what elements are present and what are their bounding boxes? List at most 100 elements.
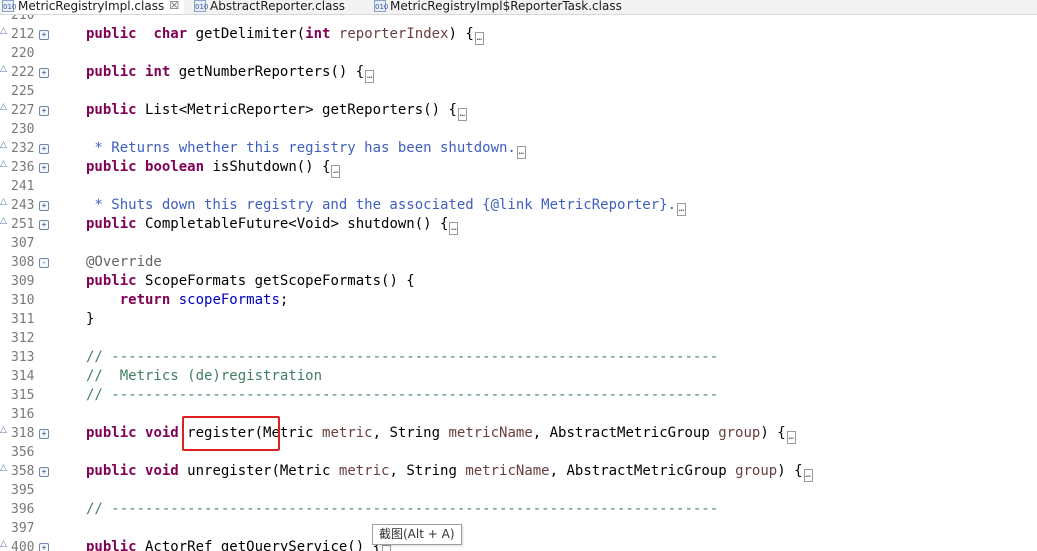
code-text[interactable]: public char getDelimiter(int reporterInd… [86,25,484,45]
line-gutter: 222 △ + [0,63,56,82]
line-number: 309 [11,274,35,289]
code-token: public [86,539,137,551]
code-line[interactable]: 307 [0,234,1037,253]
code-editor[interactable]: 210 212 △ + public char getDelimiter(int rep… [0,15,1037,551]
code-line[interactable]: 318 △ + public void register(Metric metric,… [0,424,1037,444]
line-gutter: 210 [0,15,56,25]
code-line[interactable]: 210 [0,15,1037,25]
expand-fold-icon[interactable]: + [39,220,49,230]
code-token: , AbstractMetricGroup [532,425,719,441]
code-token: void [145,463,179,479]
code-text[interactable]: * Shuts down this registry and the assoc… [86,196,687,216]
code-text[interactable]: return scopeFormats; [86,291,289,310]
code-line[interactable]: 397 [0,519,1037,538]
code-text[interactable]: public ActorRef getQueryService() {… [86,538,392,551]
line-gutter: 227 △ + [0,101,56,120]
code-line[interactable]: 309 public ScopeFormats getScopeFormats()… [0,272,1037,291]
collapsed-code-icon[interactable]: … [382,545,392,551]
collapse-fold-icon[interactable]: - [39,258,49,268]
code-line[interactable]: 311} [0,310,1037,329]
expand-fold-icon[interactable]: + [39,467,49,477]
code-line[interactable]: 358 △ + public void unregister(Metric metri… [0,462,1037,482]
line-number: 220 [11,46,35,61]
line-number: 313 [11,350,35,365]
code-token: public [86,102,137,118]
expand-fold-icon[interactable]: + [39,106,49,116]
code-text[interactable]: // -------------------------------------… [86,348,718,367]
tab-reportertask[interactable]: 010 MetricRegistryImpl$ReporterTask.clas… [374,0,622,14]
code-text[interactable]: public List<MetricReporter> getReporters… [86,101,467,121]
tab-label: AbstractReporter.class [210,0,345,13]
code-line[interactable]: 400 △ + public ActorRef getQueryService() {… [0,538,1037,551]
line-number: 230 [11,122,35,137]
code-line[interactable]: 310 return scopeFormats; [0,291,1037,310]
code-line[interactable]: 251 △ + public CompletableFuture<Void> shut… [0,215,1037,235]
tab-metricregistryimpl[interactable]: 010 MetricRegistryImpl.class ☒ [2,0,184,14]
code-line[interactable]: 396 // ----------------------------------… [0,500,1037,519]
line-number: 308 [11,255,35,270]
code-line[interactable]: 316 [0,405,1037,424]
line-number: 241 [11,179,35,194]
line-number: 312 [11,331,35,346]
code-text[interactable]: // -------------------------------------… [86,386,718,405]
code-text[interactable]: public int getNumberReporters() {… [86,63,375,83]
editor-tab-bar: 010 MetricRegistryImpl.class ☒ 010 Abstr… [0,0,1037,15]
code-token: ActorRef getQueryService() { [136,539,382,551]
override-marker-icon: △ [0,159,7,169]
code-line[interactable]: 308- @Override [0,253,1037,272]
expand-fold-icon[interactable]: + [39,30,49,40]
close-icon[interactable]: ☒ [169,0,179,12]
code-text[interactable]: public boolean isShutdown() {… [86,158,341,178]
expand-fold-icon[interactable]: + [39,144,49,154]
code-line[interactable]: 313 // ----------------------------------… [0,348,1037,367]
expand-fold-icon[interactable]: + [39,543,49,551]
tab-label: MetricRegistryImpl.class [18,0,165,13]
code-line[interactable]: 395 [0,481,1037,500]
code-line[interactable]: 225 [0,82,1037,101]
code-line[interactable]: 314 // Metrics (de)registration [0,367,1037,386]
code-line[interactable]: 232 △ + * Returns whether this registry ha… [0,139,1037,159]
line-number: 210 [11,15,35,23]
code-text[interactable]: public void unregister(Metric metric, St… [86,462,813,482]
code-text[interactable]: * Returns whether this registry has been… [86,139,526,159]
code-text[interactable]: // -------------------------------------… [86,500,718,519]
code-line[interactable]: 356 [0,443,1037,462]
expand-fold-icon[interactable]: + [39,429,49,439]
line-gutter: 220 [0,44,56,63]
code-line[interactable]: 315 // ----------------------------------… [0,386,1037,405]
code-line[interactable]: 212 △ + public char getDelimiter(int report… [0,25,1037,45]
code-text[interactable]: public ScopeFormats getScopeFormats() { [86,272,415,291]
code-token: ) { [448,26,474,42]
code-text[interactable]: public CompletableFuture<Void> shutdown(… [86,215,459,235]
code-line[interactable]: 243 △ + * Shuts down this registry and the… [0,196,1037,216]
screenshot-tooltip: 截图(Alt + A) [372,524,462,545]
code-token: // -------------------------------------… [86,349,719,365]
line-gutter: 318 △ + [0,424,56,443]
expand-fold-icon[interactable]: + [39,163,49,173]
code-token: unregister(Metric [178,463,339,479]
code-token: getDelimiter( [187,26,306,42]
code-line[interactable]: 222 △ + public int getNumberReporters() {… [0,63,1037,83]
code-text[interactable]: } [86,310,94,329]
code-text[interactable]: @Override [86,253,162,272]
line-gutter: 307 [0,234,56,253]
line-number: 318 [11,426,35,441]
tab-label: MetricRegistryImpl$ReporterTask.class [390,0,622,13]
tab-abstractreporter[interactable]: 010 AbstractReporter.class [194,0,345,14]
code-line[interactable]: 230 [0,120,1037,139]
code-token: group [718,425,761,441]
code-line[interactable]: 312 [0,329,1037,348]
code-token: metric [338,463,390,479]
line-number: 356 [11,445,35,460]
line-number: 307 [11,236,35,251]
code-text[interactable]: // Metrics (de)registration [86,367,322,386]
line-gutter: 309 [0,272,56,291]
code-line[interactable]: 220 [0,44,1037,63]
code-line[interactable]: 227 △ + public List<MetricReporter> getRepo… [0,101,1037,121]
code-line[interactable]: 241 [0,177,1037,196]
expand-fold-icon[interactable]: + [39,68,49,78]
code-line[interactable]: 236 △ + public boolean isShutdown() {… [0,158,1037,178]
expand-fold-icon[interactable]: + [39,201,49,211]
